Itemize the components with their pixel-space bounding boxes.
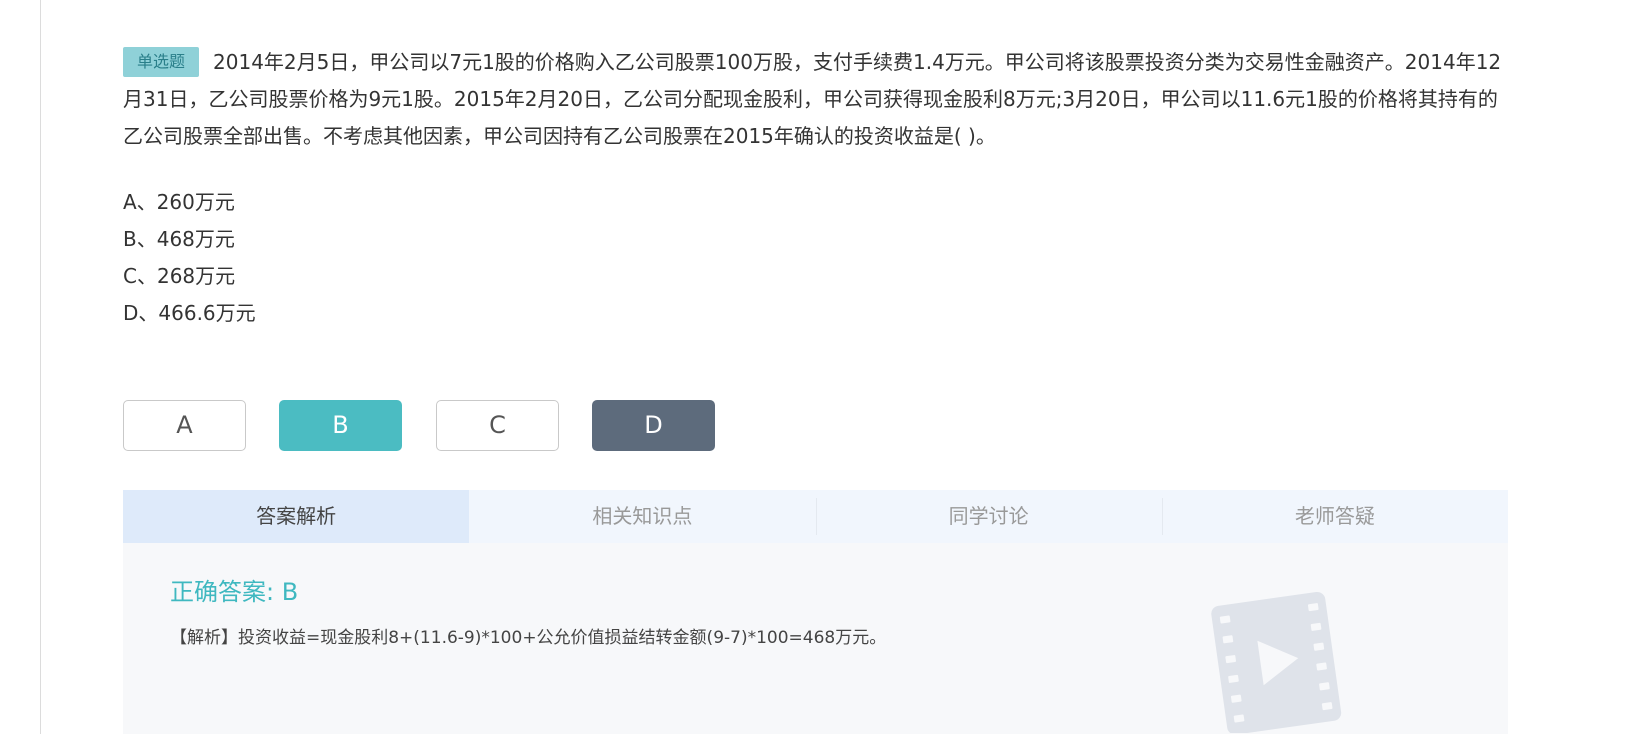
tab-teacher-qa[interactable]: 老师答疑 [1161,490,1508,543]
option-d: D、466.6万元 [123,301,256,325]
question-page: 单选题 2014年2月5日，甲公司以7元1股的价格购入乙公司股票100万股，支付手… [0,0,1629,734]
video-play-icon[interactable] [1208,583,1348,734]
option-a: A、260万元 [123,190,235,214]
answer-button-d[interactable]: D [592,400,715,451]
option-b: B、468万元 [123,227,235,251]
question-text: 2014年2月5日，甲公司以7元1股的价格购入乙公司股票100万股，支付手续费1… [123,50,1502,148]
left-divider [40,0,41,734]
option-c: C、268万元 [123,264,236,288]
answer-button-c[interactable]: C [436,400,559,451]
analysis-tabs: 答案解析 相关知识点 同学讨论 老师答疑 [123,490,1508,543]
correct-answer: 正确答案: B [170,578,299,606]
answer-button-b[interactable]: B [279,400,402,451]
tab-classmate-discussion[interactable]: 同学讨论 [815,490,1162,543]
tab-related-knowledge[interactable]: 相关知识点 [469,490,815,543]
question-stem: 单选题 2014年2月5日，甲公司以7元1股的价格购入乙公司股票100万股，支付手… [123,44,1513,155]
question-type-badge: 单选题 [123,47,200,77]
tab-answer-analysis[interactable]: 答案解析 [123,490,470,543]
analysis-explanation: 【解析】投资收益=现金股利8+(11.6-9)*100+公允价值损益结转金额(9… [170,628,887,648]
analysis-panel: 正确答案: B 【解析】投资收益=现金股利8+(11.6-9)*100+公允价值… [123,543,1508,734]
answer-button-a[interactable]: A [123,400,246,451]
option-list: A、260万元 B、468万元 C、268万元 D、466.6万元 [123,184,256,332]
